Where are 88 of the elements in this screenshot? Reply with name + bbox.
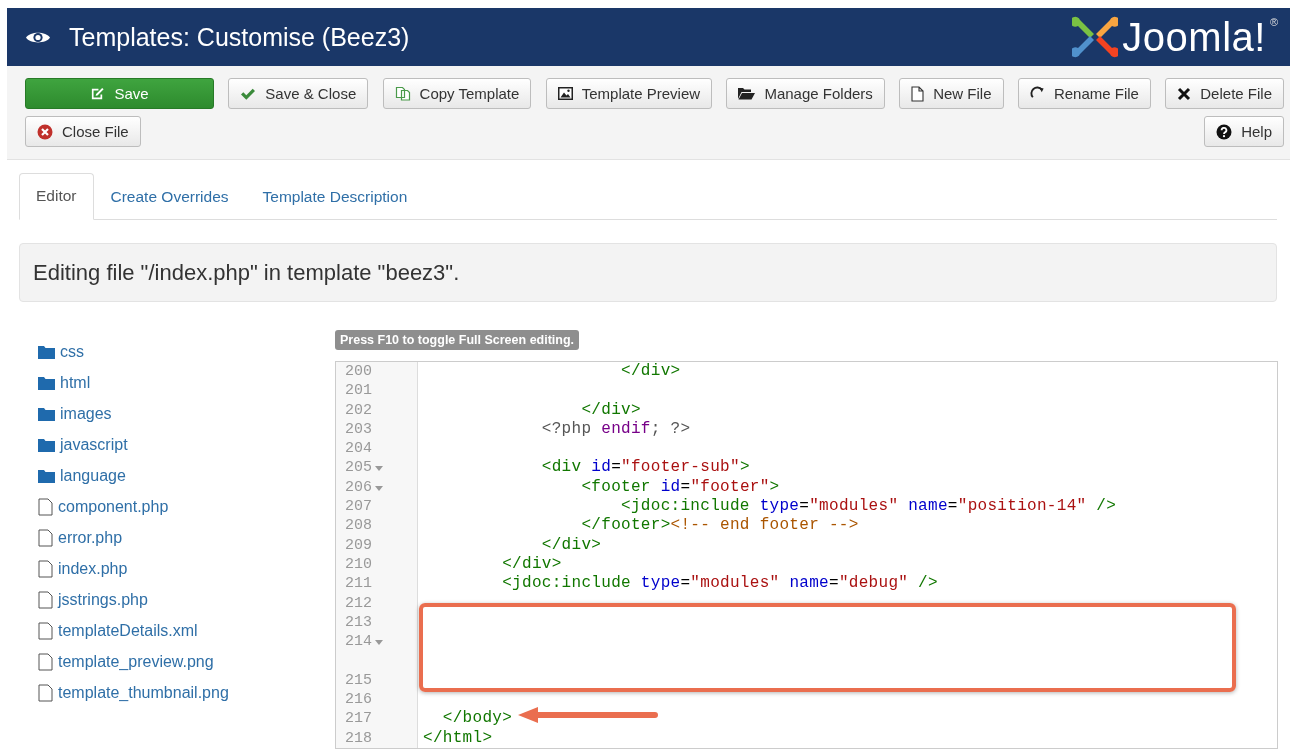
code-line: </body>	[441, 709, 513, 729]
file-icon	[38, 528, 53, 547]
toolbar-button[interactable]: Close File	[25, 116, 141, 147]
file-link[interactable]: component.php	[58, 497, 169, 516]
folder-icon	[38, 344, 55, 359]
line-number: 215	[345, 670, 372, 691]
folder-icon	[38, 375, 55, 390]
code-line: </div>	[620, 362, 681, 382]
file-link[interactable]: jsstrings.php	[58, 590, 148, 609]
file-link[interactable]: html	[60, 373, 91, 392]
file-icon	[38, 559, 53, 578]
file-link[interactable]: template_thumbnail.png	[58, 683, 229, 702]
file-link[interactable]: templateDetails.xml	[58, 621, 198, 640]
file-icon	[38, 497, 53, 516]
tab[interactable]: Template Description	[245, 173, 425, 220]
file-link[interactable]: images	[60, 404, 112, 423]
line-number: 201	[345, 381, 372, 401]
help-icon	[1216, 123, 1233, 140]
line-number: 209	[345, 535, 372, 555]
toolbar-button[interactable]: Save	[25, 78, 214, 109]
toolbar-button[interactable]: Copy Template	[382, 78, 532, 109]
folder-icon	[738, 87, 756, 100]
close-icon	[1177, 86, 1192, 101]
code-line: </div>	[501, 554, 562, 575]
folder-icon	[38, 468, 55, 483]
file-link[interactable]: javascript	[60, 435, 128, 454]
file-icon	[38, 590, 53, 609]
file-icon	[38, 621, 53, 640]
toolbar-button[interactable]: Rename File	[1017, 78, 1151, 109]
tab[interactable]: Create Overrides	[93, 173, 246, 220]
code-line: <footer id="footer">	[580, 477, 780, 498]
close-icon	[37, 123, 53, 140]
line-number: 210	[345, 554, 372, 575]
code-line: <?php endif; ?>	[540, 419, 691, 440]
code-line: </div>	[540, 535, 602, 555]
folder-icon	[38, 406, 55, 421]
line-number: 202	[345, 400, 372, 420]
picture-icon	[557, 87, 573, 100]
line-number: 206	[345, 477, 372, 498]
file-link[interactable]: css	[60, 342, 84, 361]
refresh-icon	[1029, 86, 1045, 101]
line-number: 216	[345, 690, 372, 710]
toolbar-button[interactable]: Save & Close	[228, 78, 369, 109]
editing-heading: Editing file "/index.php" in template "beez3".	[33, 259, 460, 286]
tab[interactable]: Editor	[19, 173, 94, 220]
line-number: 203	[345, 419, 372, 440]
fold-arrow-icon[interactable]	[375, 640, 383, 646]
line-number: 212	[345, 593, 372, 613]
file-icon	[38, 652, 53, 671]
edit-icon	[90, 86, 106, 101]
toolbar-button[interactable]: Template Preview	[545, 78, 713, 109]
line-number: 200	[345, 362, 372, 382]
file-link[interactable]: error.php	[58, 528, 123, 547]
file-link[interactable]: index.php	[58, 559, 128, 578]
file-link[interactable]: language	[60, 466, 126, 485]
code-line: </div>	[580, 400, 641, 420]
code-line: </footer><!-- end footer -->	[580, 516, 859, 536]
folder-icon	[38, 437, 55, 452]
code-line: </html>	[422, 728, 493, 748]
brand-name: Joomla!	[1122, 17, 1266, 57]
code-line: <jdoc:include type="modules" name="position-14" />	[620, 497, 1117, 517]
fold-arrow-icon[interactable]	[375, 466, 383, 472]
code-line: <div id="footer-sub">	[540, 458, 750, 478]
line-number: 217	[345, 709, 372, 729]
fold-arrow-icon[interactable]	[375, 485, 383, 491]
line-number: 211	[345, 574, 372, 594]
line-number: 213	[345, 612, 372, 633]
toolbar-button[interactable]: Help	[1204, 116, 1284, 147]
checkmark-icon	[240, 86, 257, 101]
hint-label: Press F10 to toggle Full Screen editing.	[335, 330, 580, 350]
line-number: 205	[345, 458, 372, 478]
toolbar-button[interactable]: Manage Folders	[726, 78, 885, 109]
page-title: Templates: Customise (Beez3)	[69, 22, 411, 52]
code-line: <jdoc:include type="modules" name="debug" />	[501, 574, 938, 594]
line-number: 207	[345, 497, 372, 517]
toolbar-button[interactable]: New File	[899, 78, 1004, 109]
toolbar-button[interactable]: Delete File	[1165, 78, 1284, 109]
file-icon	[38, 683, 53, 702]
document-icon	[911, 85, 925, 102]
code-editor[interactable]	[335, 361, 1278, 749]
file-link[interactable]: template_preview.png	[58, 652, 214, 671]
logo-icon	[1072, 14, 1119, 60]
line-number: 214	[345, 632, 372, 652]
line-number: 204	[345, 439, 372, 459]
registered-mark: ®	[1269, 16, 1278, 28]
copy-icon	[394, 86, 411, 101]
line-number: 218	[345, 728, 372, 748]
line-number: 208	[345, 516, 372, 536]
